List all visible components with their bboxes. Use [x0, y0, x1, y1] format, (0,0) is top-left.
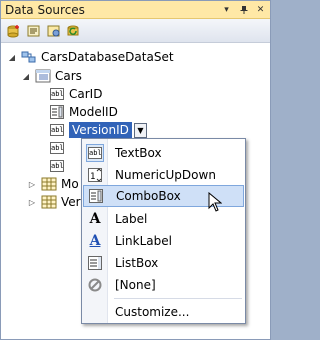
add-data-source-icon[interactable]	[5, 22, 23, 40]
combobox-icon	[84, 189, 108, 203]
none-icon	[83, 278, 107, 292]
listbox-icon	[83, 256, 107, 270]
table-label: Ver	[61, 195, 81, 209]
pin-icon[interactable]	[236, 2, 251, 17]
dropdown-icon[interactable]: ▾	[219, 2, 234, 17]
mouse-cursor-icon	[208, 191, 223, 215]
expand-icon[interactable]: ▷	[27, 179, 37, 189]
textbox-icon: abl	[86, 144, 104, 162]
tree-node-field[interactable]: ModelID	[49, 103, 118, 121]
field-label: CarID	[69, 87, 103, 101]
numeric-updown-icon: 1	[83, 168, 107, 182]
label-icon: A	[89, 211, 101, 227]
menu-item-numericupdown[interactable]: 1 NumericUpDown	[83, 164, 244, 186]
window-title: Data Sources	[5, 3, 85, 17]
svg-text:1: 1	[90, 172, 95, 182]
menu-item-label: [None]	[115, 278, 156, 292]
field-label: VersionID	[69, 122, 132, 138]
tree-node-field-selected[interactable]: abl VersionID ▼	[49, 121, 147, 139]
collapse-icon[interactable]: ◢	[21, 71, 31, 81]
tree-node-field[interactable]: abl CarID	[49, 85, 102, 103]
tree-node-field[interactable]: abl	[49, 157, 69, 175]
table-icon	[35, 68, 51, 84]
field-label: ModelID	[69, 105, 118, 119]
title-bar: Data Sources ▾ ✕	[1, 1, 270, 19]
menu-item-label: LinkLabel	[115, 234, 172, 248]
collapse-icon[interactable]: ◢	[7, 52, 17, 62]
dataset-icon	[21, 49, 37, 65]
expand-icon[interactable]: ▷	[27, 197, 37, 207]
menu-item-label: Customize...	[115, 305, 190, 319]
table-icon	[41, 176, 57, 192]
menu-item-label: NumericUpDown	[115, 168, 216, 182]
tree-node-table[interactable]: ▷ Ver	[27, 193, 81, 211]
textbox-icon: abl	[50, 142, 64, 154]
toolbar	[1, 19, 270, 43]
tree-node-table[interactable]: ▷ Mo	[27, 175, 79, 193]
textbox-icon: abl	[50, 88, 64, 100]
close-icon[interactable]: ✕	[253, 2, 268, 17]
menu-item-none[interactable]: [None]	[83, 274, 244, 296]
linklabel-icon: A	[89, 233, 101, 249]
menu-separator	[114, 298, 242, 299]
textbox-icon: abl	[50, 160, 64, 172]
menu-item-listbox[interactable]: ListBox	[83, 252, 244, 274]
menu-item-customize[interactable]: Customize...	[83, 301, 244, 323]
edit-dataset-icon[interactable]	[25, 22, 43, 40]
tree-node-table[interactable]: ◢ Cars	[21, 67, 82, 85]
menu-item-textbox[interactable]: abl TextBox	[83, 142, 244, 164]
menu-item-linklabel[interactable]: A LinkLabel	[83, 230, 244, 252]
dataset-label: CarsDatabaseDataSet	[41, 50, 174, 64]
title-controls: ▾ ✕	[219, 2, 268, 17]
textbox-icon: abl	[50, 124, 64, 136]
menu-item-label: ComboBox	[116, 189, 181, 203]
table-icon	[41, 194, 57, 210]
table-label: Mo	[61, 177, 79, 191]
menu-item-label: TextBox	[115, 146, 162, 160]
tree-node-field[interactable]: abl	[49, 139, 69, 157]
refresh-icon[interactable]	[65, 22, 83, 40]
configure-dataset-icon[interactable]	[45, 22, 63, 40]
table-label: Cars	[55, 69, 82, 83]
control-type-menu: abl TextBox 1 NumericUpDown ComboBox A L…	[81, 138, 246, 324]
menu-item-label: ListBox	[115, 256, 159, 270]
menu-item-label: Label	[115, 212, 148, 226]
data-sources-window: Data Sources ▾ ✕ ◢ CarsDatabaseDataSet ◢…	[0, 0, 271, 340]
combobox-icon	[49, 104, 65, 120]
tree-node-dataset[interactable]: ◢ CarsDatabaseDataSet	[7, 48, 174, 66]
control-type-dropdown-button[interactable]: ▼	[133, 122, 147, 138]
